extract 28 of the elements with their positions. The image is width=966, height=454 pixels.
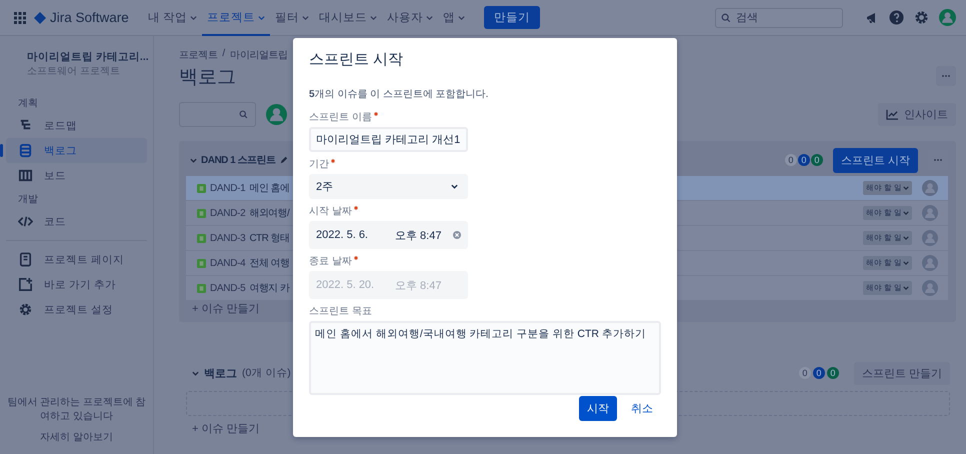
issue-summary: 메인 홈에 — [249, 182, 290, 195]
issue-summary: CTR 형태 — [249, 232, 290, 245]
project-name: 마이리얼트립 카테고리... — [27, 50, 149, 64]
issue-count-badge: 0 — [826, 367, 839, 379]
issue-summary: 전체 여행 — [249, 257, 290, 270]
field-label: 종료 날짜 — [309, 254, 661, 268]
section-heading: 개발 — [17, 193, 39, 206]
issue-count-badge: 0 — [798, 367, 811, 379]
backlog-title: 백로그 — [204, 366, 237, 380]
issue-count-badge: 0 — [784, 154, 797, 166]
issue-summary: 해외여행/ — [249, 207, 290, 220]
issue-count-badge: 0 — [810, 154, 823, 166]
issue-summary: 여행지 카 — [249, 282, 290, 295]
section-heading: 계획 — [17, 97, 39, 110]
date-time-field: 2022. 5. 20. 오후 8:47 — [309, 271, 468, 299]
team-managed-note: 팀에서 관리하는 프로젝트에 참여하고 있습니다 — [6, 396, 147, 423]
field-label: 스프린트 이름 — [309, 110, 661, 124]
dialog-summary: 5개의 이슈를 이 스프린트에 포함합니다. — [309, 88, 490, 101]
field-label: 시작 날짜 — [309, 204, 661, 218]
dialog-title: 스프린트 시작 — [309, 50, 404, 69]
page-title: 백로그 — [179, 66, 237, 90]
sprint-name: DAND 1 스프린트 — [201, 154, 276, 167]
issue-count-badge: 0 — [798, 154, 810, 166]
field-label: 스프린트 목표 — [309, 305, 373, 318]
issue-count-badge: 0 — [812, 367, 825, 379]
breadcrumb-separator: / — [222, 48, 226, 61]
field-label: 기간 — [309, 157, 661, 171]
issue-count: (0개 이슈) — [242, 366, 291, 380]
